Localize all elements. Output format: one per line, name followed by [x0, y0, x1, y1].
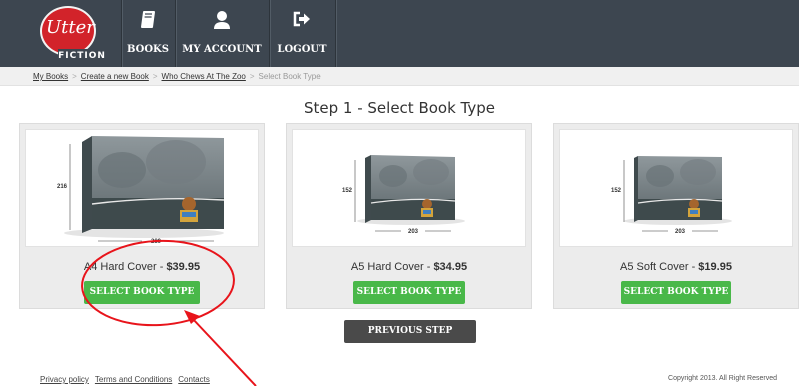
select-book-type-button[interactable]: SELECT BOOK TYPE — [84, 281, 200, 304]
book-type-card-a4-hard: 216 280 A4 Hard Cover - $39.95 SELECT BO… — [19, 123, 265, 309]
breadcrumb-separator: > — [72, 72, 77, 81]
nav-my-account-label: MY ACCOUNT — [182, 44, 262, 55]
book-type-price: $34.95 — [433, 261, 468, 273]
width-dimension: 203 — [408, 229, 419, 235]
top-header: Utter FICTION BOOKS MY ACCOUNT LOGOUT — [0, 0, 799, 67]
breadcrumb-separator: > — [152, 72, 158, 81]
previous-step-button[interactable]: PREVIOUS STEP — [344, 320, 476, 343]
book-icon — [122, 10, 174, 32]
height-dimension: 152 — [342, 188, 353, 194]
width-dimension: 280 — [151, 239, 162, 245]
book-preview-image: 152 203 — [292, 129, 526, 247]
book-type-caption: A4 Hard Cover - $39.95 — [20, 261, 264, 273]
logo-subtext: FICTION — [58, 49, 106, 64]
logout-icon — [270, 10, 334, 32]
nav-my-account[interactable]: MY ACCOUNT — [176, 0, 268, 67]
footer-link-terms[interactable]: Terms and Conditions — [95, 375, 172, 384]
nav-logout[interactable]: LOGOUT — [270, 0, 334, 67]
caption-dash: - — [156, 261, 167, 273]
breadcrumb-book-title[interactable]: Who Chews At The Zoo — [162, 72, 246, 81]
nav-books-label: BOOKS — [127, 44, 169, 55]
footer-links: Privacy policy Terms and Conditions Contac… — [40, 375, 216, 384]
logo-text: Utter — [46, 17, 95, 38]
breadcrumb-create-new-book[interactable]: Create a new Book — [81, 72, 149, 81]
book-type-card-a5-hard: 152 203 A5 Hard Cover - $34.95 SELECT BO… — [286, 123, 532, 309]
book-type-card-a5-soft: 152 203 A5 Soft Cover - $19.95 SELECT BO… — [553, 123, 799, 309]
breadcrumb-separator: > — [249, 72, 255, 81]
copyright-text: Copyright 2013. All Right Reserved — [668, 375, 777, 382]
footer-link-contacts[interactable]: Contacts — [178, 375, 210, 384]
height-dimension: 216 — [57, 184, 68, 190]
book-type-price: $39.95 — [166, 261, 201, 273]
book-preview-image: 216 280 — [25, 129, 259, 247]
page-title: Step 1 - Select Book Type — [303, 99, 495, 117]
breadcrumb-my-books[interactable]: My Books — [33, 72, 68, 81]
book-type-price: $19.95 — [698, 261, 732, 273]
height-dimension: 152 — [611, 188, 622, 194]
nav-divider — [335, 0, 336, 67]
nav-books[interactable]: BOOKS — [122, 0, 174, 67]
book-preview-image: 152 203 — [559, 129, 793, 247]
select-book-type-button[interactable]: SELECT BOOK TYPE — [353, 281, 465, 304]
nav-logout-label: LOGOUT — [277, 44, 327, 55]
utter-fiction-logo[interactable]: Utter FICTION — [32, 6, 106, 64]
breadcrumb: My Books > Create a new Book > Who Chews At … — [0, 67, 799, 86]
caption-dash: - — [688, 261, 699, 273]
width-dimension: 203 — [675, 229, 686, 235]
caption-dash: - — [423, 261, 434, 273]
breadcrumb-current: Select Book Type — [258, 72, 321, 81]
book-type-name: A5 Hard Cover — [350, 261, 424, 273]
annotation-arrowhead — [184, 310, 200, 324]
select-book-type-button[interactable]: SELECT BOOK TYPE — [621, 281, 731, 304]
book-type-name: A4 Hard Cover — [83, 261, 157, 273]
book-type-caption: A5 Soft Cover - $19.95 — [554, 261, 798, 273]
book-type-caption: A5 Hard Cover - $34.95 — [287, 261, 531, 273]
user-icon — [176, 10, 268, 32]
footer-link-privacy-policy[interactable]: Privacy policy — [40, 375, 89, 384]
book-type-name: A5 Soft Cover — [620, 261, 689, 273]
